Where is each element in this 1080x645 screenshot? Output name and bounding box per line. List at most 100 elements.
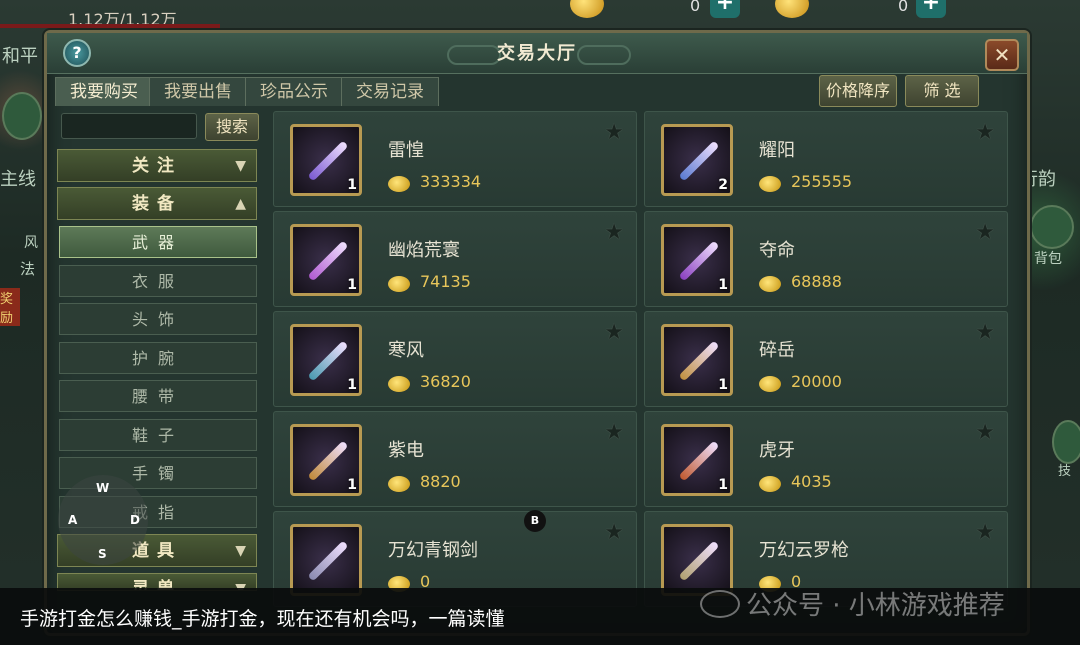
item-quantity: 2 <box>718 177 728 193</box>
skill-label[interactable]: 技 <box>1058 460 1071 479</box>
subcategory-bracer[interactable]: 护腕 <box>59 342 257 374</box>
chevron-up-icon: ▲ <box>235 196 246 212</box>
skill-icon[interactable] <box>1052 420 1080 464</box>
tab-records[interactable]: 交易记录 <box>341 77 439 106</box>
joystick-s-label: S <box>98 547 107 561</box>
item-card[interactable]: 1 寒风 36820 ★ <box>273 311 637 407</box>
favorite-star-icon[interactable]: ★ <box>604 420 624 445</box>
weapon-thumbnail: 1 <box>661 424 733 496</box>
weapon-icon <box>307 540 349 582</box>
item-name: 夺命 <box>759 240 795 261</box>
filter-button[interactable]: 筛 选 <box>905 75 979 107</box>
item-card[interactable]: 1 紫电 8820 ★ <box>273 411 637 507</box>
item-quantity: 1 <box>347 477 357 493</box>
favorite-star-icon[interactable]: ★ <box>975 420 995 445</box>
item-card[interactable]: 1 夺命 68888 ★ <box>644 211 1008 307</box>
joystick-a-label: A <box>68 513 78 527</box>
weapon-icon <box>678 440 720 482</box>
subcategory-clothes[interactable]: 衣服 <box>59 265 257 297</box>
item-card[interactable]: 1 雷惶 333334 ★ <box>273 111 637 207</box>
item-price: 333334 <box>420 172 482 191</box>
favorite-star-icon[interactable]: ★ <box>604 320 624 345</box>
subcategory-belt[interactable]: 腰带 <box>59 380 257 412</box>
item-price: 4035 <box>791 472 832 491</box>
avatar-icon[interactable] <box>2 92 42 140</box>
item-quantity: 1 <box>347 377 357 393</box>
gold-coin-icon <box>388 276 410 292</box>
favorite-star-icon[interactable]: ★ <box>604 120 624 145</box>
gold-coin-icon <box>388 376 410 392</box>
item-name: 碎岳 <box>759 340 795 361</box>
side-label-law: 法 <box>20 260 36 278</box>
weapon-thumbnail: 1 <box>290 324 362 396</box>
item-price: 68888 <box>791 272 842 291</box>
item-quantity: 1 <box>347 177 357 193</box>
title-bar: ? 交易大厅 ✕ <box>47 33 1027 74</box>
gold-ingot-icon <box>570 0 604 18</box>
item-name: 万幻云罗枪 <box>759 540 849 561</box>
add-currency-2-button[interactable]: + <box>916 0 946 18</box>
joystick-d-label: D <box>130 513 140 527</box>
category-equipment-label: 装备 <box>132 194 182 214</box>
item-name: 寒风 <box>388 340 424 361</box>
search-button[interactable]: 搜索 <box>205 113 259 141</box>
item-name: 紫电 <box>388 440 424 461</box>
virtual-joystick[interactable]: W A S D <box>58 475 148 565</box>
item-card[interactable]: 1 虎牙 4035 ★ <box>644 411 1008 507</box>
weapon-thumbnail: 1 <box>661 224 733 296</box>
favorite-star-icon[interactable]: ★ <box>975 520 995 545</box>
backpack-icon[interactable] <box>1030 205 1074 249</box>
favorite-star-icon[interactable]: ★ <box>975 120 995 145</box>
gold-coin-icon <box>759 176 781 192</box>
chevron-down-icon: ▼ <box>235 543 246 559</box>
favorite-star-icon[interactable]: ★ <box>975 320 995 345</box>
gold-coin-icon <box>388 476 410 492</box>
weapon-icon <box>678 340 720 382</box>
trading-hall-panel: ? 交易大厅 ✕ 我要购买 我要出售 珍品公示 交易记录 价格降序 筛 选 搜索… <box>44 30 1030 636</box>
item-name: 虎牙 <box>759 440 795 461</box>
side-label-mainline[interactable]: 主线 <box>0 165 36 191</box>
search-input[interactable] <box>61 113 197 139</box>
tab-sell[interactable]: 我要出售 <box>149 77 247 106</box>
side-label-peace[interactable]: 和平 <box>2 42 38 68</box>
reward-button[interactable]: 奖励 <box>0 288 20 326</box>
panel-title: 交易大厅 <box>497 43 577 64</box>
category-equipment[interactable]: 装备 ▲ <box>57 187 257 220</box>
close-button[interactable]: ✕ <box>985 39 1019 71</box>
gold-coin-icon <box>759 376 781 392</box>
weapon-thumbnail: 1 <box>290 224 362 296</box>
item-price: 74135 <box>420 272 471 291</box>
favorite-star-icon[interactable]: ★ <box>604 520 624 545</box>
badge-b: B <box>524 510 546 532</box>
gold-coin-icon <box>388 176 410 192</box>
add-currency-1-button[interactable]: + <box>710 0 740 18</box>
item-card[interactable]: 2 耀阳 255555 ★ <box>644 111 1008 207</box>
item-quantity: 1 <box>718 377 728 393</box>
weapon-icon <box>307 340 349 382</box>
item-quantity: 1 <box>718 277 728 293</box>
subcategory-headwear[interactable]: 头饰 <box>59 303 257 335</box>
weapon-thumbnail <box>290 524 362 596</box>
item-card[interactable]: 1 幽焰荒寰 74135 ★ <box>273 211 637 307</box>
backpack-label[interactable]: 背包 <box>1034 248 1062 268</box>
item-quantity: 1 <box>347 277 357 293</box>
gold-coin-icon <box>759 476 781 492</box>
item-card[interactable]: 1 碎岳 20000 ★ <box>644 311 1008 407</box>
weapon-icon <box>307 140 349 182</box>
favorite-star-icon[interactable]: ★ <box>975 220 995 245</box>
item-name: 幽焰荒寰 <box>388 240 460 261</box>
tab-treasure[interactable]: 珍品公示 <box>245 77 343 106</box>
category-follow[interactable]: 关注 ▼ <box>57 149 257 182</box>
subcategory-shoes[interactable]: 鞋子 <box>59 419 257 451</box>
watermark-text: 公众号 · 小林游戏推荐 <box>746 591 1005 621</box>
weapon-thumbnail: 1 <box>290 124 362 196</box>
wechat-icon <box>700 590 740 618</box>
tab-buy[interactable]: 我要购买 <box>55 77 153 106</box>
favorite-star-icon[interactable]: ★ <box>604 220 624 245</box>
weapon-icon <box>678 540 720 582</box>
item-price: 8820 <box>420 472 461 491</box>
item-name: 雷惶 <box>388 140 424 161</box>
sort-price-desc-button[interactable]: 价格降序 <box>819 75 897 107</box>
hp-bar <box>0 24 220 28</box>
subcategory-weapon[interactable]: 武器 <box>59 226 257 258</box>
